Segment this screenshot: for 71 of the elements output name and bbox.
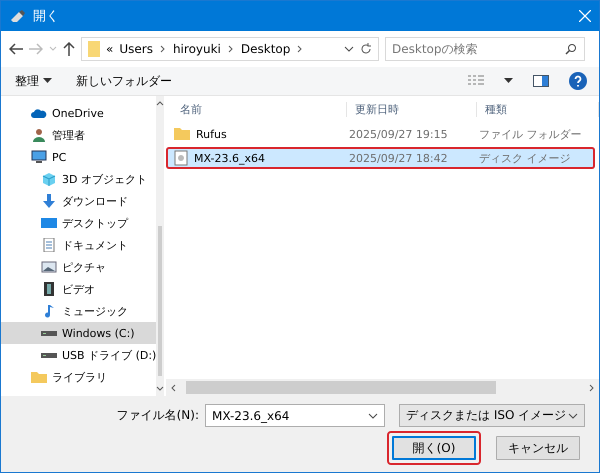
back-arrow-icon[interactable] [9, 43, 23, 55]
chevron-down-icon[interactable] [568, 412, 578, 418]
chevron-down-icon[interactable] [368, 412, 378, 418]
window-title: 開く [33, 8, 60, 25]
type-cell-text: ファイル フォルダー [478, 126, 582, 142]
scroll-left-icon[interactable] [170, 384, 176, 392]
nav-item[interactable]: Windows (C:) [1, 322, 156, 344]
caret-icon[interactable] [504, 78, 513, 84]
breadcrumb[interactable]: hiroyuki [172, 42, 221, 56]
close-icon[interactable] [579, 10, 591, 22]
breadcrumb[interactable]: « [106, 42, 114, 56]
view-list-icon[interactable] [468, 75, 484, 87]
nav-item[interactable]: ダウンロード [1, 190, 156, 212]
file-name-field[interactable]: MX-23.6_x64 [205, 404, 385, 427]
column-header[interactable]: 更新日時 [347, 102, 477, 116]
preview-pane-icon[interactable] [533, 75, 549, 87]
date-cell-text: 2025/09/27 18:42 [348, 152, 449, 164]
nav-item[interactable]: ピクチャ [1, 256, 156, 278]
nav-item[interactable]: デスクトップ [1, 212, 156, 234]
new-folder-button[interactable]: 新しいフォルダー [74, 70, 174, 92]
nav-item[interactable]: PC [1, 146, 156, 168]
document-icon [41, 238, 57, 252]
organize-button[interactable]: 整理 [13, 70, 54, 92]
help-icon[interactable] [569, 72, 587, 90]
up-arrow-icon[interactable] [63, 42, 75, 56]
file-name: Rufus [172, 127, 347, 141]
cancel-button[interactable]: キャンセル [496, 436, 580, 460]
nav-item[interactable]: ミュージック [1, 300, 156, 322]
nav-item[interactable]: 管理者 [1, 124, 156, 146]
cube-icon [41, 172, 57, 186]
film-icon [41, 282, 57, 296]
open-button[interactable]: 開く(O) [392, 436, 476, 460]
drive-icon [41, 352, 57, 358]
date-cell-text: 2025/09/27 19:15 [348, 128, 449, 140]
user-icon [31, 128, 47, 142]
nav-item[interactable]: USB ドライブ (D:) [1, 344, 156, 366]
folder-icon [31, 370, 47, 384]
column-header[interactable]: 名前 [172, 102, 347, 116]
scrollbar[interactable] [166, 379, 599, 396]
monitor-icon [31, 150, 47, 164]
scroll-right-icon[interactable] [589, 384, 595, 392]
nav-item[interactable]: 3D オブジェクト [1, 168, 156, 190]
column-header[interactable]: 種類 [477, 102, 599, 116]
file-name-label: ファイル名(N): [116, 407, 199, 424]
chevron-icon [158, 45, 167, 53]
chevron-icon [296, 45, 304, 53]
file-row[interactable]: MX-23.6_x64 2025/09/27 18:42 ディスク イメージ [166, 147, 595, 169]
file-name: MX-23.6_x64 [172, 150, 347, 166]
nav-item[interactable]: ドキュメント [1, 234, 156, 256]
address-bar[interactable]: « Users hiroyuki Desktop [81, 37, 379, 61]
drive-icon [41, 330, 57, 336]
nav-item[interactable]: OneDrive [1, 102, 156, 124]
down-arrow-icon [41, 194, 57, 208]
breadcrumb[interactable]: Users [119, 42, 153, 56]
folder-icon [88, 41, 100, 57]
desktop-icon [41, 216, 57, 230]
nav-item[interactable]: ビデオ [1, 278, 156, 300]
search-field[interactable]: Desktopの検索 [385, 37, 585, 61]
chevron-down-icon[interactable] [344, 46, 354, 52]
refresh-icon[interactable] [360, 43, 372, 55]
folder-icon [174, 127, 190, 141]
breadcrumb[interactable]: Desktop [240, 42, 290, 56]
scrollbar[interactable] [156, 96, 164, 396]
picture-icon [41, 260, 57, 274]
disc-file-icon [174, 150, 188, 166]
file-type-dropdown[interactable]: ディスクまたは ISO イメージ [399, 404, 585, 427]
chevron-icon [226, 45, 235, 53]
nav-item[interactable]: ライブラリ [1, 366, 156, 388]
type-cell-text: ディスク イメージ [478, 150, 572, 166]
caret-icon[interactable] [43, 78, 52, 84]
file-row[interactable]: Rufus 2025/09/27 19:15 ファイル フォルダー [166, 123, 595, 145]
